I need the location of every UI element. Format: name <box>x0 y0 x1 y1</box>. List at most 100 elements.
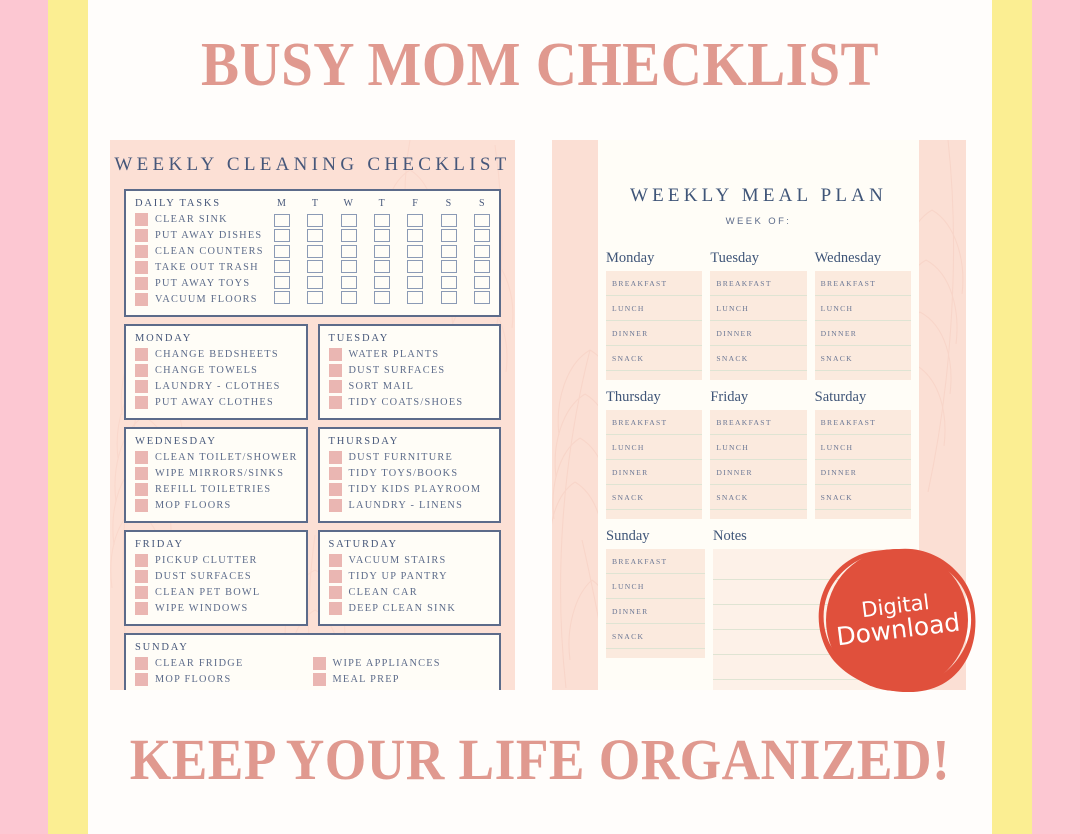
checkbox-swatch-icon[interactable] <box>312 672 326 686</box>
checkbox-swatch-icon[interactable] <box>328 363 342 377</box>
checklist-item[interactable]: LAUNDRY - CLOTHES <box>135 378 297 394</box>
checkbox-swatch-icon[interactable] <box>328 601 342 615</box>
checklist-item[interactable]: DUST FURNITURE <box>328 449 491 465</box>
meal-slot-snack[interactable]: SNACK <box>606 346 703 371</box>
day-checkbox[interactable] <box>340 275 357 289</box>
checkbox-swatch-icon[interactable] <box>135 672 148 686</box>
checklist-item[interactable]: PUT AWAY TOYS <box>135 275 264 291</box>
day-checkbox[interactable] <box>340 213 357 227</box>
checkbox-swatch-icon[interactable] <box>328 395 342 409</box>
day-checkbox[interactable] <box>307 229 324 242</box>
checkbox-swatch-icon[interactable] <box>135 585 148 599</box>
checkbox-swatch-icon[interactable] <box>328 585 342 599</box>
meal-slot-dinner[interactable]: DINNER <box>710 321 807 346</box>
checklist-item[interactable]: CLEAR SINK <box>135 211 264 227</box>
meal-slot-breakfast[interactable]: BREAKFAST <box>710 271 807 296</box>
day-checkbox[interactable] <box>474 291 490 304</box>
checklist-item[interactable]: TIDY KIDS PLAYROOM <box>328 481 491 497</box>
day-checkbox[interactable] <box>340 244 357 258</box>
day-checkbox[interactable] <box>273 291 290 304</box>
checklist-item[interactable]: DUST SURFACES <box>135 568 297 584</box>
checklist-item[interactable]: LAUNDRY - LINENS <box>328 497 491 513</box>
checkbox-swatch-icon[interactable] <box>135 347 148 361</box>
meal-slot-breakfast[interactable]: BREAKFAST <box>814 410 911 435</box>
checkbox-swatch-icon[interactable] <box>328 379 342 393</box>
checkbox-swatch-icon[interactable] <box>328 450 342 464</box>
checkbox-swatch-icon[interactable] <box>135 553 148 567</box>
checklist-item[interactable]: TIDY UP PANTRY <box>328 568 491 584</box>
day-checkbox[interactable] <box>440 275 457 289</box>
meal-slot-dinner[interactable]: DINNER <box>710 460 807 485</box>
meal-slot-snack[interactable]: SNACK <box>814 485 911 510</box>
meal-slot-lunch[interactable]: LUNCH <box>710 435 807 460</box>
day-checkbox[interactable] <box>474 213 490 227</box>
day-checkbox[interactable] <box>273 275 290 289</box>
meal-slot-lunch[interactable]: LUNCH <box>606 574 705 599</box>
checklist-item[interactable]: TAKE OUT TRASH <box>135 259 264 275</box>
day-checkbox[interactable] <box>407 260 424 273</box>
checklist-item[interactable]: WIPE APPLIANCES <box>312 655 491 671</box>
checkbox-swatch-icon[interactable] <box>328 466 342 480</box>
checkbox-swatch-icon[interactable] <box>328 569 342 583</box>
day-checkbox[interactable] <box>273 229 290 242</box>
checkbox-swatch-icon[interactable] <box>328 553 342 567</box>
day-checkbox[interactable] <box>340 291 357 304</box>
day-checkbox[interactable] <box>440 244 457 258</box>
checkbox-swatch-icon[interactable] <box>135 260 148 274</box>
checklist-item[interactable]: CLEAN COUNTERS <box>135 243 264 259</box>
meal-slot-breakfast[interactable]: BREAKFAST <box>606 410 703 435</box>
meal-slot-snack[interactable]: SNACK <box>710 485 807 510</box>
checkbox-swatch-icon[interactable] <box>135 466 148 480</box>
meal-slot-dinner[interactable]: DINNER <box>814 460 911 485</box>
day-checkbox[interactable] <box>407 291 424 304</box>
day-checkbox[interactable] <box>273 244 290 258</box>
checkbox-swatch-icon[interactable] <box>135 450 148 464</box>
checklist-item[interactable]: VACUUM STAIRS <box>328 552 491 568</box>
checkbox-swatch-icon[interactable] <box>328 347 342 361</box>
checklist-item[interactable]: REFILL TOILETRIES <box>135 481 297 497</box>
checklist-item[interactable]: VACUUM FLOORS <box>135 291 264 307</box>
meal-slot-dinner[interactable]: DINNER <box>606 460 703 485</box>
checklist-item[interactable]: DEEP CLEAN SINK <box>328 600 491 616</box>
day-checkbox[interactable] <box>273 213 290 227</box>
day-checkbox[interactable] <box>307 244 324 258</box>
checkbox-swatch-icon[interactable] <box>135 212 148 226</box>
checkbox-swatch-icon[interactable] <box>135 276 148 290</box>
checklist-item[interactable]: PICKUP CLUTTER <box>135 552 297 568</box>
checkbox-swatch-icon[interactable] <box>135 601 148 615</box>
day-checkbox[interactable] <box>440 229 457 242</box>
checklist-item[interactable]: CHANGE TOWELS <box>135 362 297 378</box>
day-checkbox[interactable] <box>373 275 390 289</box>
checklist-item[interactable]: WIPE WINDOWS <box>135 600 297 616</box>
meal-slot-breakfast[interactable]: BREAKFAST <box>814 271 911 296</box>
day-checkbox[interactable] <box>407 275 424 289</box>
meal-slot-dinner[interactable]: DINNER <box>606 599 705 624</box>
checklist-item[interactable]: PUT AWAY DISHES <box>135 227 264 243</box>
checkbox-swatch-icon[interactable] <box>135 395 148 409</box>
meal-slot-breakfast[interactable]: BREAKFAST <box>606 271 703 296</box>
checklist-item[interactable]: PUT AWAY CLOTHES <box>135 394 297 410</box>
day-checkbox[interactable] <box>373 244 390 258</box>
day-checkbox[interactable] <box>407 229 424 242</box>
meal-slot-lunch[interactable]: LUNCH <box>606 296 703 321</box>
checkbox-swatch-icon[interactable] <box>135 244 148 258</box>
checklist-item[interactable]: DUST SURFACES <box>328 362 491 378</box>
meal-slot-lunch[interactable]: LUNCH <box>710 296 807 321</box>
day-checkbox[interactable] <box>340 260 357 273</box>
day-checkbox[interactable] <box>474 229 490 242</box>
checklist-item[interactable]: CLEAN PET BOWL <box>135 584 297 600</box>
day-checkbox[interactable] <box>307 260 324 273</box>
meal-slot-dinner[interactable]: DINNER <box>606 321 703 346</box>
day-checkbox[interactable] <box>373 229 390 242</box>
day-checkbox[interactable] <box>307 291 324 304</box>
meal-slot-snack[interactable]: SNACK <box>710 346 807 371</box>
meal-slot-lunch[interactable]: LUNCH <box>814 296 911 321</box>
day-checkbox[interactable] <box>440 213 457 227</box>
meal-slot-breakfast[interactable]: BREAKFAST <box>710 410 807 435</box>
day-checkbox[interactable] <box>340 229 357 242</box>
meal-slot-snack[interactable]: SNACK <box>814 346 911 371</box>
meal-slot-snack[interactable]: SNACK <box>606 485 703 510</box>
checklist-item[interactable]: TIDY COATS/SHOES <box>328 394 491 410</box>
checklist-item[interactable]: MOP FLOORS <box>135 497 297 513</box>
checkbox-swatch-icon[interactable] <box>312 656 326 670</box>
